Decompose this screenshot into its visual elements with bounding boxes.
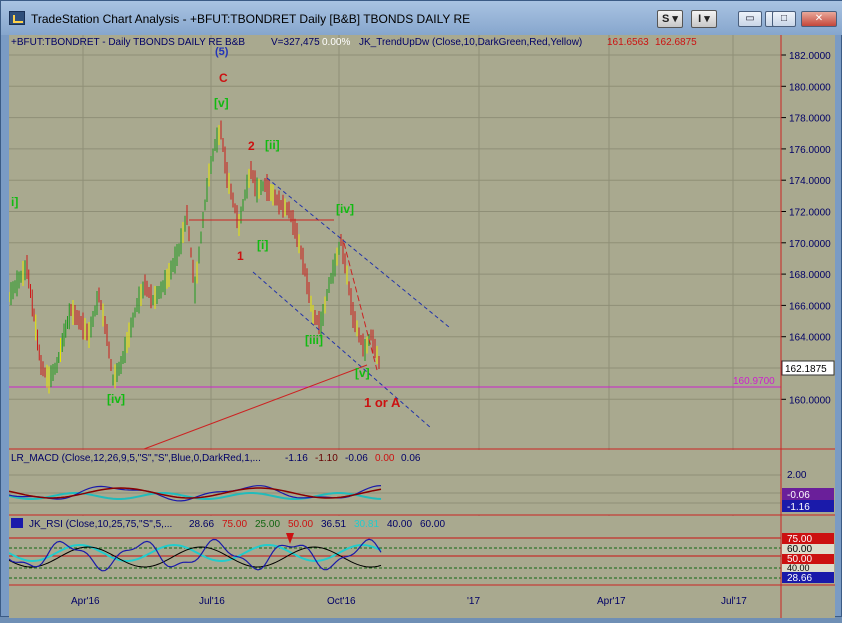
restore-icon[interactable]: ▭ xyxy=(738,11,762,27)
last-price-label: 162.1875 xyxy=(785,364,827,375)
rsi-val3: 25.00 xyxy=(255,519,280,530)
rsi-val6: 30.81 xyxy=(354,519,379,530)
title-bar: TradeStation Chart Analysis - +BFUT:TBON… xyxy=(1,1,842,35)
wave-label-iii: [iii] xyxy=(305,333,323,347)
price-tick-label: 180.0000 xyxy=(789,82,831,93)
chart-app-icon xyxy=(9,11,25,25)
interval-link-button[interactable]: I ▾ xyxy=(691,10,717,28)
change-readout: 0.00% xyxy=(322,37,350,48)
chart-window: TradeStation Chart Analysis - +BFUT:TBON… xyxy=(0,0,842,618)
rsi-icon xyxy=(11,518,23,528)
wave-label-v-bot: [v] xyxy=(355,366,370,380)
rsi-badge-28: 28.66 xyxy=(787,573,812,584)
wave-label-ii: [ii] xyxy=(265,138,280,152)
symbol-link-label: S xyxy=(662,13,670,25)
wave-label-iv-bot: [iv] xyxy=(107,392,125,406)
price-axis[interactable]: 182.0000 180.0000 178.0000 176.0000 174.0000… xyxy=(781,51,831,406)
price-tick-label: 174.0000 xyxy=(789,176,831,187)
wave-label-v-top: [v] xyxy=(214,96,229,110)
rsi-val7: 40.00 xyxy=(387,519,412,530)
window-title: TradeStation Chart Analysis - +BFUT:TBON… xyxy=(31,12,471,26)
rsi-val8: 60.00 xyxy=(420,519,445,530)
macd-panel[interactable]: LR_MACD (Close,12,26,9,5,"S","S",Blue,0,… xyxy=(8,450,835,516)
maximize-icon[interactable]: □ xyxy=(772,11,796,27)
rsi-panel[interactable]: JK_RSI (Close,10,25,75,"S",5,... 28.66 7… xyxy=(8,516,835,586)
time-tick-label: Jul'16 xyxy=(199,596,225,607)
wave-label-1: 1 xyxy=(237,249,244,263)
macd-val3: -0.06 xyxy=(345,453,368,464)
time-tick-label: Oct'16 xyxy=(327,596,356,607)
price-tick-label: 170.0000 xyxy=(789,239,831,250)
wave-label-1-or-a: 1 or A xyxy=(364,395,401,410)
time-tick-label: Jul'17 xyxy=(721,596,747,607)
wave-label-i-left: i] xyxy=(11,195,18,209)
support-label: 160.9700 xyxy=(733,376,775,387)
rsi-badge-40: 40.00 xyxy=(787,563,810,573)
macd-axis-top: 2.00 xyxy=(787,470,807,481)
wave-label-2: 2 xyxy=(248,139,255,153)
price-tick-label: 164.0000 xyxy=(789,333,831,344)
rsi-val1: 28.66 xyxy=(189,519,214,530)
time-tick-label: Apr'17 xyxy=(597,596,626,607)
time-tick-label: '17 xyxy=(467,596,480,607)
chart-area[interactable]: (5) C [v] 2 [ii] i] [i] 1 [iv] [iii] [v]… xyxy=(8,35,835,618)
price-tick-label: 182.0000 xyxy=(789,51,831,62)
volume-readout: V=327,475 xyxy=(271,37,320,48)
rsi-val5: 36.51 xyxy=(321,519,346,530)
price-tick-label: 166.0000 xyxy=(789,301,831,312)
time-tick-label: Apr'16 xyxy=(71,596,100,607)
macd-val1: -1.16 xyxy=(285,453,308,464)
indicator-header: JK_TrendUpDw (Close,10,DarkGreen,Red,Yel… xyxy=(359,37,582,48)
price-tick-label: 178.0000 xyxy=(789,114,831,125)
macd-badge-purple: -0.06 xyxy=(787,490,810,501)
time-axis[interactable]: Apr'16 Jul'16 Oct'16 '17 Apr'17 Jul'17 xyxy=(9,586,835,618)
price-tick-label: 176.0000 xyxy=(789,145,831,156)
interval-link-label: I xyxy=(698,13,702,25)
close-icon[interactable]: ✕ xyxy=(801,11,837,27)
macd-val5: 0.06 xyxy=(401,453,421,464)
symbol-header: +BFUT:TBONDRET - Daily TBONDS DAILY RE B… xyxy=(11,37,245,48)
symbol-link-button[interactable]: S ▾ xyxy=(657,10,683,28)
wave-label-iv-top: [iv] xyxy=(336,202,354,216)
macd-label: LR_MACD (Close,12,26,9,5,"S","S",Blue,0,… xyxy=(11,453,261,464)
rsi-val2: 75.00 xyxy=(222,519,247,530)
macd-val4: 0.00 xyxy=(375,453,395,464)
rsi-val4: 50.00 xyxy=(288,519,313,530)
indicator-val1: 161.6563 xyxy=(607,37,649,48)
indicator-val2: 162.6875 xyxy=(655,37,697,48)
rsi-label: JK_RSI (Close,10,25,75,"S",5,... xyxy=(29,519,172,530)
price-tick-label: 160.0000 xyxy=(789,395,831,406)
price-tick-label: 172.0000 xyxy=(789,208,831,219)
macd-badge-blue: -1.16 xyxy=(787,502,810,513)
wave-label-i: [i] xyxy=(257,238,268,252)
wave-label-c: C xyxy=(219,71,228,85)
price-tick-label: 168.0000 xyxy=(789,270,831,281)
macd-val2: -1.10 xyxy=(315,453,338,464)
